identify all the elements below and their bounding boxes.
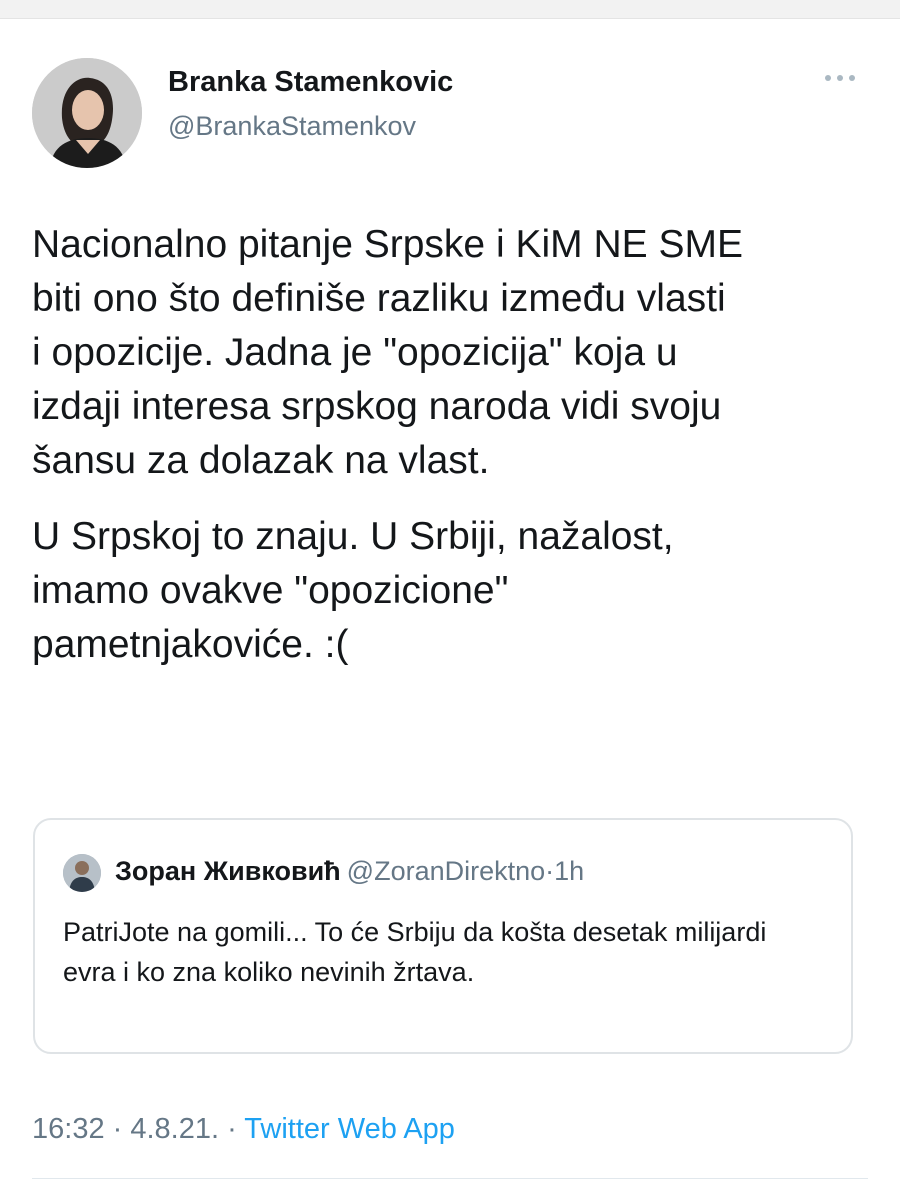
author-avatar[interactable] [32,58,142,168]
more-options-icon[interactable] [820,68,860,88]
tweet-source-link[interactable]: Twitter Web App [244,1113,455,1145]
meta-separator: · [219,1113,245,1145]
tweet-meta: 16:32 · 4.8.21. · Twitter Web App [32,1113,455,1146]
quoted-author-handle: @ZoranDirektno [346,856,546,886]
quoted-author-avatar [63,854,101,892]
divider [32,1178,868,1179]
quoted-tweet-text: PatriJote na gomili... To će Srbiju da k… [63,917,767,987]
quoted-author-name: Зоран Живковић [115,856,341,886]
quoted-separator: · [545,856,555,886]
top-bar [0,0,900,19]
tweet-card: Branka Stamenkovic @BrankaStamenkov Naci… [0,18,900,1182]
quoted-profile-photo-icon [63,854,101,892]
tweet-time[interactable]: 16:32 [32,1113,105,1145]
author-handle[interactable]: @BrankaStamenkov [168,111,416,142]
profile-photo-icon [32,58,142,168]
tweet-text: Nacionalno pitanje Srpske i KiM NE SME b… [32,218,872,694]
quoted-tweet[interactable]: Зоран Живковић @ZoranDirektno·1h PatriJot… [33,818,853,1054]
tweet-paragraph-1: Nacionalno pitanje Srpske i KiM NE SME b… [32,223,743,482]
tweet-paragraph-2: U Srpskoj to znaju. U Srbiji, nažalost, … [32,515,674,666]
quoted-timestamp: 1h [554,856,585,886]
meta-separator: · [104,1113,131,1145]
quoted-tweet-header: Зоран Живковић @ZoranDirektno·1h [115,856,584,887]
author-name[interactable]: Branka Stamenkovic [168,66,453,99]
tweet-date[interactable]: 4.8.21. [130,1113,219,1145]
